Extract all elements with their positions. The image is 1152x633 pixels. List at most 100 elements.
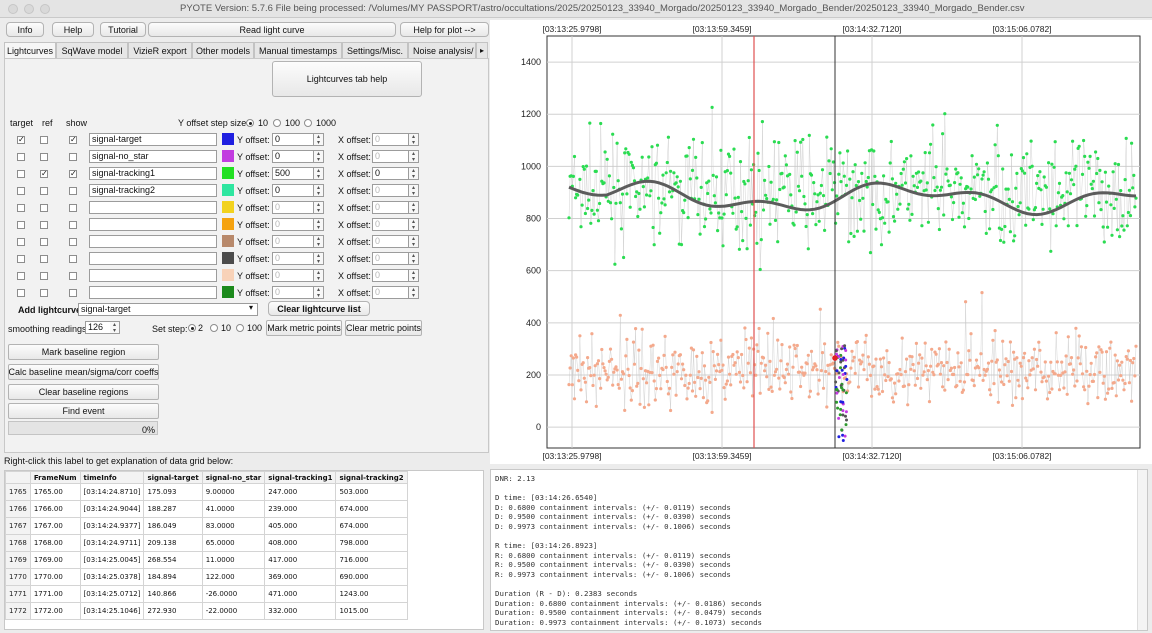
- x-offset-input[interactable]: 0: [372, 235, 409, 248]
- table-cell[interactable]: 716.000: [335, 551, 408, 569]
- y-offset-stepper[interactable]: ▴ ▾: [314, 269, 324, 282]
- lightcurve-plot[interactable]: 0 200 400 600 800 1000 1200 1400 [03:13:25.9798]…: [490, 20, 1152, 464]
- read-light-curve-button[interactable]: Read light curve: [148, 22, 396, 37]
- table-cell[interactable]: 122.000: [201, 568, 266, 586]
- table-cell[interactable]: [03:14:24.8710]: [79, 483, 145, 501]
- row-header[interactable]: 1769: [5, 551, 31, 569]
- x-offset-stepper[interactable]: ▴ ▾: [409, 218, 419, 231]
- table-cell[interactable]: 239.000: [264, 500, 337, 518]
- target-checkbox[interactable]: [17, 272, 25, 280]
- target-checkbox[interactable]: [17, 170, 25, 178]
- tutorial-button[interactable]: Tutorial: [100, 22, 146, 37]
- ref-checkbox[interactable]: [40, 289, 48, 297]
- table-cell[interactable]: 503.000: [335, 483, 408, 501]
- ref-checkbox[interactable]: [40, 136, 48, 144]
- y-offset-input[interactable]: 0: [272, 133, 314, 146]
- lightcurve-name-field[interactable]: [89, 235, 217, 248]
- y-offset-stepper[interactable]: ▴ ▾: [314, 133, 324, 146]
- y-offset-input[interactable]: 0: [272, 150, 314, 163]
- table-cell[interactable]: [03:14:25.0378]: [79, 568, 145, 586]
- x-offset-stepper[interactable]: ▴ ▾: [409, 167, 419, 180]
- ref-checkbox[interactable]: [40, 221, 48, 229]
- show-checkbox[interactable]: [69, 153, 77, 161]
- results-console[interactable]: DNR: 2.13 D time: [03:14:26.6540] D: 0.680…: [490, 469, 1148, 631]
- table-cell[interactable]: 417.000: [264, 551, 337, 569]
- table-cell[interactable]: 186.049: [143, 517, 203, 535]
- y-offset-input[interactable]: 0: [272, 235, 314, 248]
- table-cell[interactable]: 408.000: [264, 534, 337, 552]
- lightcurve-name-field[interactable]: signal-tracking2: [89, 184, 217, 197]
- table-cell[interactable]: -26.0000: [201, 585, 266, 603]
- right-arrow-icon[interactable]: ▸: [476, 42, 488, 58]
- table-cell[interactable]: 1770.00: [29, 568, 81, 586]
- show-checkbox[interactable]: [69, 272, 77, 280]
- target-checkbox[interactable]: [17, 187, 25, 195]
- y-step-10-radio[interactable]: [246, 119, 254, 127]
- table-cell[interactable]: 674.000: [335, 517, 408, 535]
- x-offset-input[interactable]: 0: [372, 218, 409, 231]
- add-lightcurve-select[interactable]: signal-target: [78, 303, 258, 316]
- grid-column-header[interactable]: timeInfo: [79, 471, 145, 484]
- x-offset-input[interactable]: 0: [372, 201, 409, 214]
- close-window-icon[interactable]: [8, 4, 18, 14]
- table-cell[interactable]: 9.00000: [201, 483, 266, 501]
- lightcurve-name-field[interactable]: [89, 201, 217, 214]
- table-cell[interactable]: 1769.00: [29, 551, 81, 569]
- target-checkbox[interactable]: [17, 238, 25, 246]
- find-event-button[interactable]: Find event: [8, 403, 159, 419]
- show-checkbox[interactable]: [69, 255, 77, 263]
- table-cell[interactable]: 405.000: [264, 517, 337, 535]
- table-cell[interactable]: 690.000: [335, 568, 408, 586]
- maximize-window-icon[interactable]: [40, 4, 50, 14]
- ref-checkbox[interactable]: [40, 204, 48, 212]
- y-step-100-radio[interactable]: [273, 119, 281, 127]
- show-checkbox[interactable]: [69, 238, 77, 246]
- table-cell[interactable]: 1765.00: [29, 483, 81, 501]
- console-scrollbar[interactable]: [1137, 470, 1147, 630]
- y-offset-input[interactable]: 0: [272, 218, 314, 231]
- table-cell[interactable]: -22.0000: [201, 602, 266, 620]
- x-offset-input[interactable]: 0: [372, 184, 409, 197]
- table-row[interactable]: 1766 1766.00 [03:14:24.9044] 188.287 41.0000…: [5, 500, 408, 518]
- y-offset-stepper[interactable]: ▴ ▾: [314, 286, 324, 299]
- table-cell[interactable]: 1766.00: [29, 500, 81, 518]
- grid-column-header[interactable]: signal-tracking2: [335, 471, 408, 484]
- table-cell[interactable]: 1243.00: [335, 585, 408, 603]
- ref-checkbox[interactable]: [40, 272, 48, 280]
- table-cell[interactable]: 1771.00: [29, 585, 81, 603]
- table-cell[interactable]: 268.554: [143, 551, 203, 569]
- set-step-2-radio[interactable]: [188, 324, 196, 332]
- lightcurve-color-swatch[interactable]: [222, 218, 234, 230]
- y-offset-stepper[interactable]: ▴ ▾: [314, 235, 324, 248]
- target-checkbox[interactable]: [17, 289, 25, 297]
- show-checkbox[interactable]: [69, 187, 77, 195]
- x-offset-stepper[interactable]: ▴ ▾: [409, 133, 419, 146]
- help-button[interactable]: Help: [52, 22, 94, 37]
- table-cell[interactable]: 41.0000: [201, 500, 266, 518]
- y-offset-input[interactable]: 500: [272, 167, 314, 180]
- table-cell[interactable]: 1768.00: [29, 534, 81, 552]
- table-cell[interactable]: [03:14:25.0712]: [79, 585, 145, 603]
- y-offset-stepper[interactable]: ▴ ▾: [314, 201, 324, 214]
- x-offset-stepper[interactable]: ▴ ▾: [409, 235, 419, 248]
- grid-caption[interactable]: Right-click this label to get explanatio…: [4, 456, 233, 466]
- table-cell[interactable]: 175.093: [143, 483, 203, 501]
- info-button[interactable]: Info: [6, 22, 44, 37]
- target-checkbox[interactable]: [17, 204, 25, 212]
- lightcurve-color-swatch[interactable]: [222, 184, 234, 196]
- tab-sqwave-model[interactable]: SqWave model: [56, 42, 128, 58]
- clear-lightcurve-list-button[interactable]: Clear lightcurve list: [268, 301, 370, 316]
- minimize-window-icon[interactable]: [24, 4, 34, 14]
- lightcurve-name-field[interactable]: signal-target: [89, 133, 217, 146]
- lightcurve-name-field[interactable]: signal-tracking1: [89, 167, 217, 180]
- ref-checkbox[interactable]: [40, 238, 48, 246]
- table-cell[interactable]: 83.0000: [201, 517, 266, 535]
- mark-baseline-region-button[interactable]: Mark baseline region: [8, 344, 159, 360]
- y-offset-stepper[interactable]: ▴ ▾: [314, 184, 324, 197]
- lightcurve-name-field[interactable]: [89, 218, 217, 231]
- x-offset-stepper[interactable]: ▴ ▾: [409, 201, 419, 214]
- table-cell[interactable]: [03:14:24.9377]: [79, 517, 145, 535]
- row-header[interactable]: 1767: [5, 517, 31, 535]
- x-offset-input[interactable]: 0: [372, 286, 409, 299]
- table-row[interactable]: 1768 1768.00 [03:14:24.9711] 209.138 65.0000…: [5, 534, 408, 552]
